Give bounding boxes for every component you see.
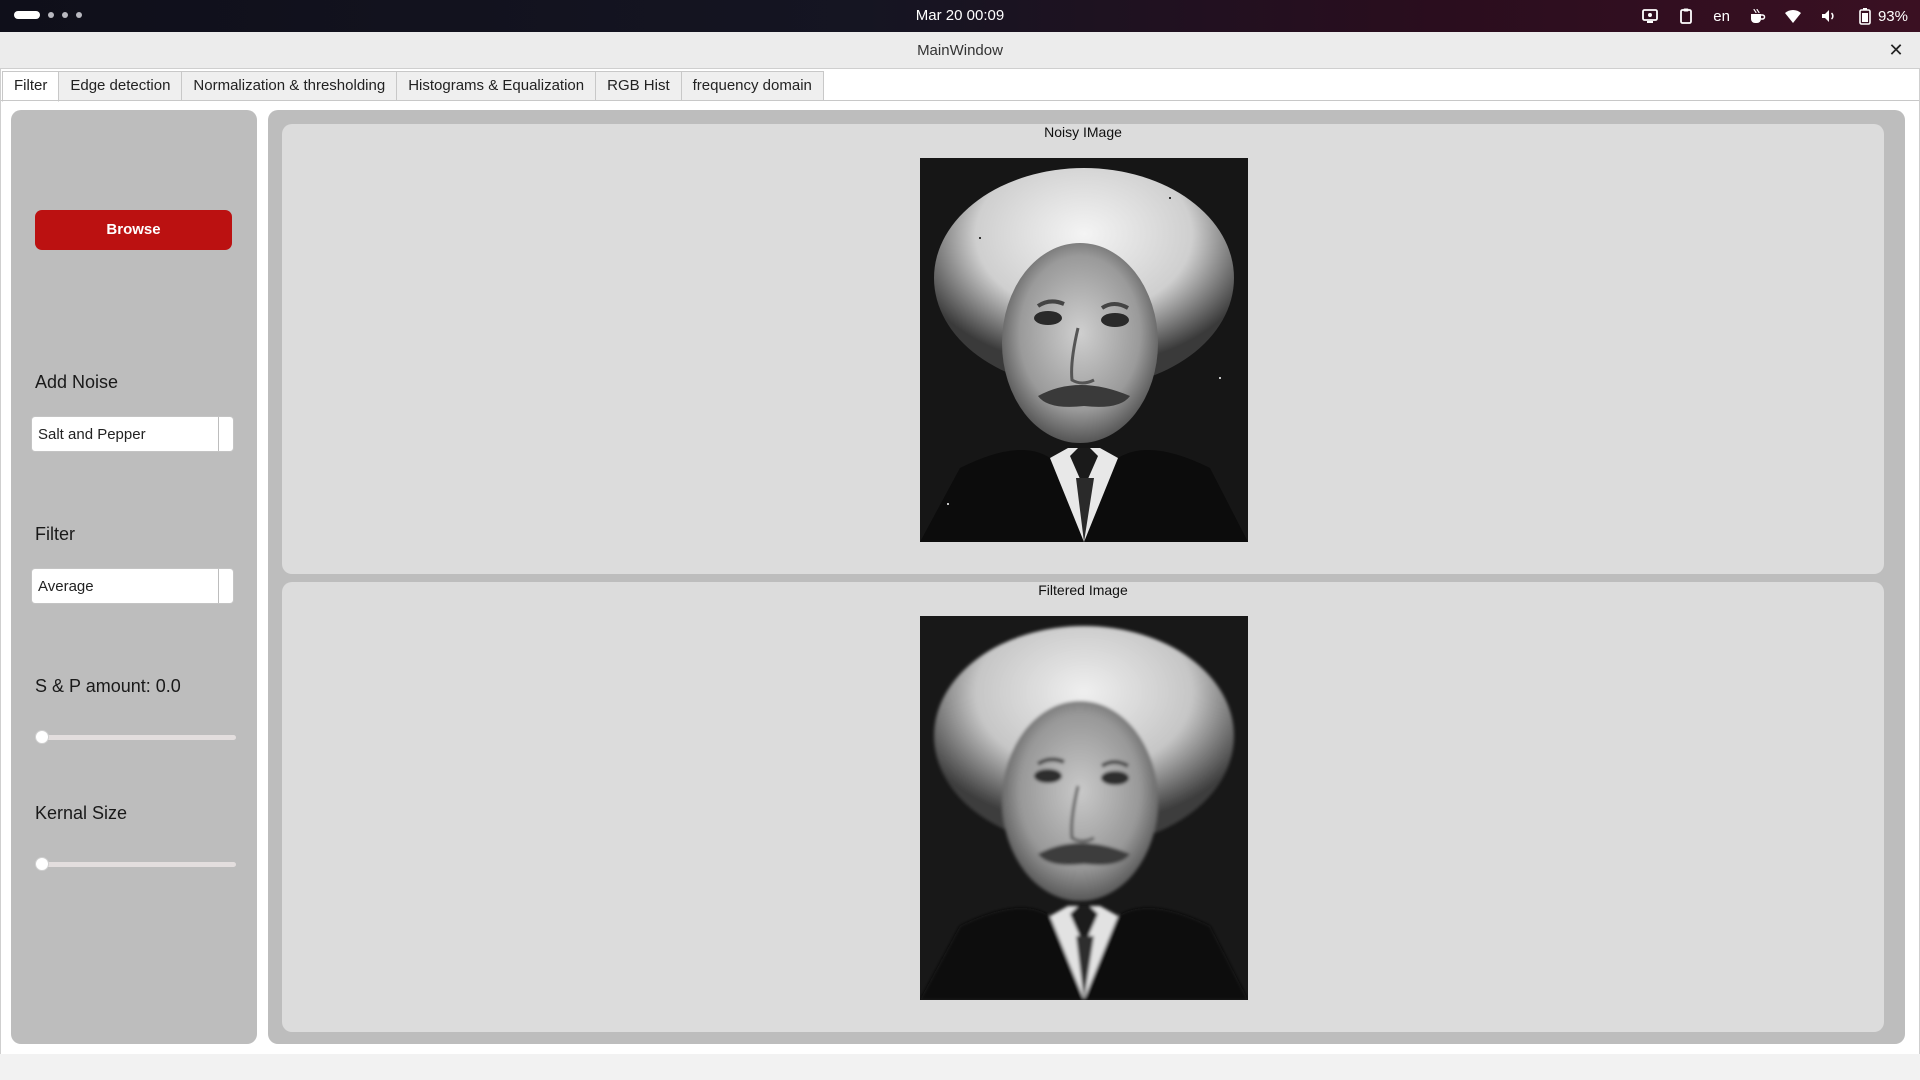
dropdown-arrow-icon[interactable]	[218, 417, 233, 451]
clipboard-icon[interactable]	[1677, 7, 1695, 25]
system-top-bar: Mar 20 00:09 en 93%	[0, 0, 1920, 32]
close-button[interactable]: ✕	[1884, 38, 1908, 62]
system-tray[interactable]: en 93%	[1641, 6, 1908, 26]
tab-bar: Filter Edge detection Normalization & th…	[2, 71, 824, 102]
clock[interactable]: Mar 20 00:09	[0, 7, 1920, 24]
noise-type-value: Salt and Pepper	[38, 426, 146, 443]
status-bar	[0, 1054, 1920, 1080]
filter-type-select[interactable]: Average	[31, 568, 234, 604]
keyboard-language[interactable]: en	[1713, 8, 1730, 25]
image-panel: Noisy IMage Filtered Image	[268, 110, 1905, 1044]
filtered-image-frame: Filtered Image	[282, 582, 1884, 1032]
filtered-image-caption: Filtered Image	[1038, 582, 1128, 598]
slider-track	[35, 735, 236, 740]
filter-label: Filter	[35, 524, 75, 544]
tab-normalization-thresholding[interactable]: Normalization & thresholding	[182, 71, 398, 101]
coffee-icon[interactable]	[1748, 7, 1766, 25]
tab-frequency-domain[interactable]: frequency domain	[681, 71, 824, 101]
volume-icon[interactable]	[1820, 7, 1838, 25]
filtered-image	[920, 616, 1248, 1000]
tab-edge-detection[interactable]: Edge detection	[59, 71, 183, 101]
add-noise-label: Add Noise	[35, 372, 119, 392]
tab-rgb-hist[interactable]: RGB Hist	[596, 71, 682, 101]
noise-type-select[interactable]: Salt and Pepper	[31, 416, 234, 452]
filter-type-value: Average	[38, 578, 94, 595]
window-title: MainWindow	[917, 42, 1003, 59]
dropdown-arrow-icon[interactable]	[218, 569, 233, 603]
sp-amount-slider[interactable]	[35, 730, 236, 744]
sp-amount-label: S & P amount: 0.0	[35, 676, 181, 696]
battery-indicator[interactable]: 93%	[1856, 7, 1908, 25]
kernel-size-label: Kernal Size	[35, 803, 128, 823]
main-window: Filter Edge detection Normalization & th…	[0, 68, 1920, 1056]
battery-icon	[1856, 7, 1874, 25]
noisy-image	[920, 158, 1248, 542]
tab-histograms-equalization[interactable]: Histograms & Equalization	[397, 71, 597, 101]
window-title-bar: MainWindow ✕	[0, 32, 1920, 69]
tab-divider	[1, 100, 1919, 101]
slider-handle[interactable]	[35, 857, 49, 871]
noisy-image-caption: Noisy IMage	[1044, 124, 1122, 140]
wifi-icon[interactable]	[1784, 7, 1802, 25]
slider-track	[35, 862, 236, 867]
browse-button[interactable]: Browse	[35, 210, 232, 250]
screen-share-icon[interactable]	[1641, 7, 1659, 25]
kernel-size-slider[interactable]	[35, 857, 236, 871]
tab-filter[interactable]: Filter	[2, 71, 60, 102]
noisy-image-frame: Noisy IMage	[282, 124, 1884, 574]
control-panel: Browse Add Noise Salt and Pepper Filter …	[11, 110, 257, 1044]
slider-handle[interactable]	[35, 730, 49, 744]
battery-percent: 93%	[1877, 7, 1908, 25]
